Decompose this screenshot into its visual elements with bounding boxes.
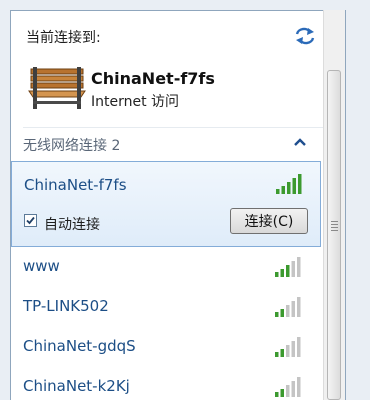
refresh-icon[interactable] <box>294 27 316 45</box>
signal-strength-icon <box>275 297 301 317</box>
auto-connect-checkbox[interactable] <box>24 214 37 227</box>
signal-strength-icon <box>276 174 302 194</box>
network-name: ChinaNet-gdqS <box>23 337 136 355</box>
network-flyout: 当前连接到: ChinaNet-f7fs Internet 访问 无线网络连接 … <box>10 10 346 400</box>
section-title[interactable]: 无线网络连接 2 <box>23 135 120 155</box>
bench-icon <box>28 67 86 109</box>
network-item-chinanet-k2kj[interactable]: ChinaNet-k2Kj <box>11 367 321 400</box>
network-item-www[interactable]: www <box>11 247 321 287</box>
check-icon <box>26 216 35 225</box>
network-name: www <box>23 257 60 275</box>
scrollbar-thumb[interactable] <box>327 70 341 400</box>
section-divider <box>23 127 333 128</box>
network-name: ChinaNet-k2Kj <box>23 377 130 395</box>
signal-strength-icon <box>275 257 301 277</box>
vertical-scrollbar[interactable] <box>323 10 345 400</box>
current-connection-label: 当前连接到: <box>26 30 101 46</box>
scrollbar-grip-icon <box>331 221 338 233</box>
network-name: TP-LINK502 <box>23 297 109 315</box>
chevron-up-icon[interactable] <box>293 137 307 147</box>
connect-button[interactable]: 连接(C) <box>230 208 308 234</box>
connected-network-name: ChinaNet-f7fs <box>91 69 215 88</box>
connection-status: Internet 访问 <box>91 94 180 110</box>
auto-connect-label[interactable]: 自动连接 <box>44 214 100 234</box>
signal-strength-icon <box>275 377 301 397</box>
network-item-chinanet-gdqs[interactable]: ChinaNet-gdqS <box>11 327 321 367</box>
network-item-tp-link502[interactable]: TP-LINK502 <box>11 287 321 327</box>
signal-strength-icon <box>275 337 301 357</box>
network-item-selected[interactable]: ChinaNet-f7fs 自动连接 连接(C) <box>11 161 321 247</box>
network-name: ChinaNet-f7fs <box>24 176 127 194</box>
